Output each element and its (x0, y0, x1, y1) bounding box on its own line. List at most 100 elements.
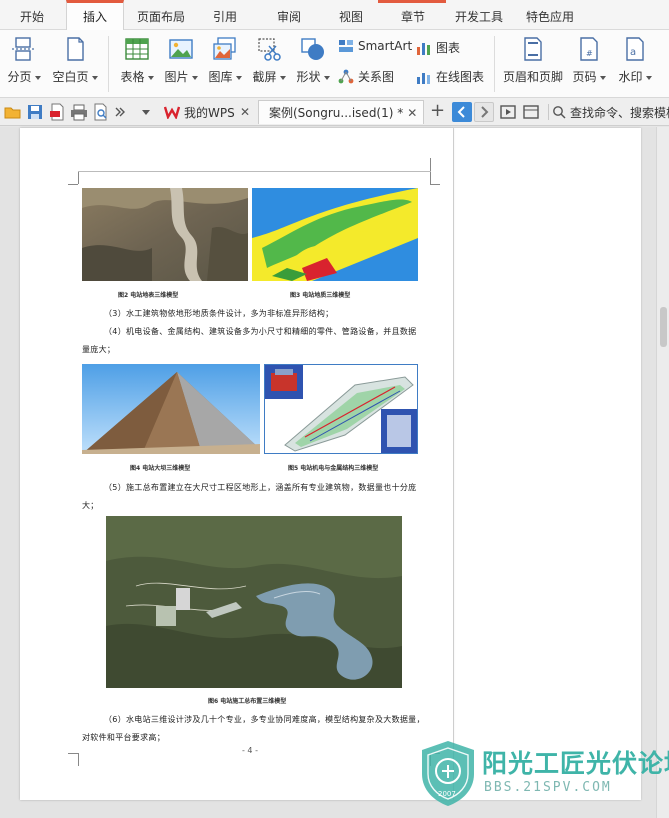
pdf-export-icon[interactable] (48, 103, 66, 121)
figure-2-terrain-model (82, 188, 248, 281)
watermark-title: 阳光工匠光伏论坛 (482, 749, 669, 778)
watermark-url: BBS.21SPV.COM (484, 780, 612, 795)
svg-text:#: # (586, 49, 593, 58)
paragraph-4-line1: （4）机电设备、金属结构、建筑设备多为小尺寸和精细的零件、管路设备，并且数据 (104, 327, 417, 336)
window-grid-icon[interactable] (522, 103, 540, 121)
online-chart-button[interactable]: 在线图表 (416, 68, 484, 85)
shape-button[interactable]: 形状 (292, 36, 334, 85)
figure-2-caption: 图2 电站地表三维模型 (118, 292, 179, 299)
figure-3-geology-model (252, 188, 418, 281)
page-number-button[interactable]: # 页码 (568, 36, 610, 85)
relation-chart-button[interactable]: 关系图 (338, 68, 394, 85)
tab-special[interactable]: 特色应用 (518, 0, 582, 30)
header-line (78, 171, 431, 172)
scrollbar-thumb[interactable] (660, 307, 667, 347)
figure-4-caption: 图4 电站大坝三维模型 (130, 465, 191, 472)
tab-document-active[interactable]: 案例(Songru...ised(1) * ✕ (258, 100, 424, 124)
paragraph-5-line2: 大； (82, 501, 99, 510)
scissors-icon (258, 38, 281, 61)
print-icon[interactable] (70, 103, 88, 121)
blank-page-icon (67, 37, 84, 61)
smartart-button[interactable]: SmartArt (338, 39, 412, 53)
paragraph-3: （3）水工建筑物依地形地质条件设计，多为非标准异形结构； (104, 309, 334, 318)
crop-mark (430, 171, 431, 184)
ribbon-insert: 分页 空白页 表格 图片 图库 截屏 形状 SmartArt 关系图 图表 在线… (0, 30, 669, 98)
picture-icon (169, 39, 193, 59)
more-chevron-icon[interactable] (114, 103, 126, 121)
crop-mark (68, 184, 78, 185)
figure-5-mechanical-model (264, 364, 418, 454)
shape-icon (301, 38, 324, 60)
bar-chart-icon (417, 42, 430, 55)
tab-references[interactable]: 引用 (200, 0, 250, 30)
tab-insert[interactable]: 插入 (66, 0, 124, 31)
tab-review[interactable]: 审阅 (264, 0, 314, 30)
watermark-icon: a (626, 37, 644, 61)
gallery-icon (213, 37, 236, 60)
vertical-scrollbar[interactable] (656, 127, 669, 818)
crop-mark (78, 171, 79, 184)
search-icon (553, 106, 566, 119)
figure-6-caption: 图6 电站施工总布置三维模型 (208, 698, 287, 705)
menu-bar: 开始 插入 页面布局 引用 审阅 视图 章节 开发工具 特色应用 (0, 0, 669, 31)
close-tab-icon[interactable]: ✕ (240, 105, 250, 119)
paragraph-5-line1: （5）施工总布置建立在大尺寸工程区地形上，涵盖所有专业建筑物，数据量也十分庞 (104, 483, 417, 492)
crop-mark (78, 753, 79, 766)
page-break-icon (12, 37, 36, 61)
tab-section[interactable]: 章节 (388, 0, 438, 30)
tab-developer[interactable]: 开发工具 (448, 0, 510, 30)
close-tab-icon[interactable]: ✕ (407, 106, 417, 120)
header-footer-icon (524, 37, 542, 61)
chevron-left-icon (457, 106, 465, 118)
picture-button[interactable]: 图片 (160, 36, 202, 85)
new-tab-plus-icon[interactable]: + (430, 101, 445, 121)
ribbon-separator (108, 36, 109, 92)
figure-6-construction-layout (106, 516, 402, 688)
crop-mark (68, 753, 78, 754)
blank-page-button[interactable]: 空白页 (50, 36, 100, 85)
svg-text:2007: 2007 (438, 790, 456, 798)
relation-icon (338, 69, 354, 83)
tab-start[interactable]: 开始 (8, 0, 56, 30)
tab-scroll-left-button[interactable] (452, 102, 472, 122)
figure-3-caption: 图3 电站地质三维模型 (290, 292, 351, 299)
page-break-button[interactable]: 分页 (6, 36, 42, 85)
open-folder-icon[interactable] (4, 103, 22, 121)
crop-mark (430, 184, 440, 185)
table-button[interactable]: 表格 (116, 36, 158, 85)
shield-logo-icon: 2007 (422, 741, 474, 806)
command-search-input[interactable]: 查找命令、搜索模板 (552, 101, 669, 123)
tab-view[interactable]: 视图 (326, 0, 376, 30)
crop-mark (430, 158, 431, 172)
smartart-icon (339, 40, 353, 52)
print-preview-icon[interactable] (92, 103, 110, 121)
table-icon (125, 38, 149, 60)
paragraph-6-line1: （6）水电站三维设计涉及几十个专业，多专业协同难度高，模型结构复杂及大数据量， (104, 715, 425, 724)
page-number-icon: # (580, 37, 598, 61)
watermark-button[interactable]: a 水印 (614, 36, 656, 85)
page-adjacent-area (453, 128, 641, 800)
svg-text:a: a (630, 47, 636, 58)
paragraph-6-line2: 对软件和平台要求高； (82, 733, 165, 742)
save-icon[interactable] (26, 103, 44, 121)
quick-access-toolbar: 我的WPS ✕ 案例(Songru...ised(1) * ✕ + 查找命令、搜… (0, 98, 669, 126)
chart-button[interactable]: 图表 (416, 39, 460, 56)
tab-scroll-right-button[interactable] (474, 102, 494, 122)
dropdown-caret-icon[interactable] (140, 103, 152, 121)
gallery-button[interactable]: 图库 (204, 36, 246, 85)
page-number: - 4 - (242, 746, 258, 755)
header-footer-button[interactable]: 页眉和页脚 (500, 36, 566, 85)
online-chart-icon (417, 72, 430, 84)
figure-5-caption: 图5 电站机电与金属结构三维模型 (288, 465, 379, 472)
play-icon[interactable] (500, 103, 516, 121)
paragraph-4-line2: 量庞大； (82, 345, 116, 354)
ribbon-separator (494, 36, 495, 92)
screenshot-button[interactable]: 截屏 (248, 36, 290, 85)
tab-my-wps[interactable]: 我的WPS ✕ (158, 100, 256, 124)
wps-logo-icon (164, 106, 180, 119)
toolbar-separator (548, 104, 549, 120)
figure-4-dam-model (82, 364, 260, 454)
tab-page-layout[interactable]: 页面布局 (130, 0, 192, 30)
document-page[interactable]: 图2 电站地表三维模型 图3 电站地质三维模型 （3）水工建筑物依地形地质条件设… (20, 128, 453, 800)
forum-watermark-logo: 2007 阳光工匠光伏论坛 BBS.21SPV.COM (418, 738, 669, 808)
